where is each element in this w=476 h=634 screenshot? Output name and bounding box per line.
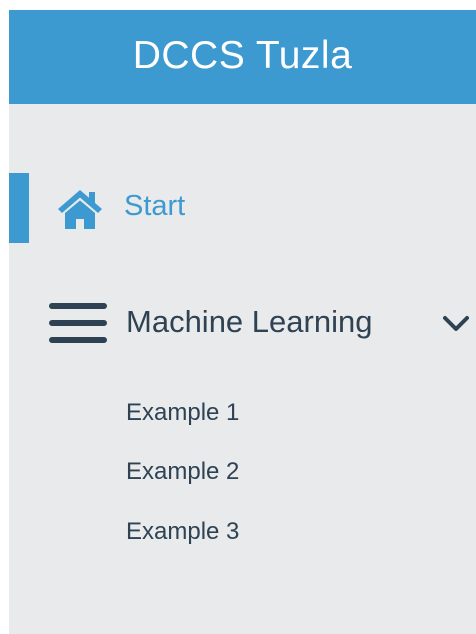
- nav-item-start[interactable]: Start: [9, 173, 476, 243]
- submenu-item-example-1[interactable]: Example 1: [126, 399, 239, 427]
- nav-item-machine-learning-label: Machine Learning: [126, 304, 373, 339]
- app-header: DCCS Tuzla: [9, 10, 476, 104]
- submenu-item-example-2[interactable]: Example 2: [126, 458, 239, 486]
- home-icon: [58, 190, 102, 229]
- menu-icon: [49, 303, 107, 343]
- app-title: DCCS Tuzla: [132, 34, 353, 77]
- chevron-down-icon[interactable]: [441, 314, 471, 334]
- submenu-item-example-3[interactable]: Example 3: [126, 518, 239, 546]
- nav-item-machine-learning[interactable]: Machine Learning: [9, 288, 476, 358]
- sidebar: DCCS Tuzla Start Machine Learning Exampl…: [9, 10, 476, 634]
- active-indicator: [9, 173, 29, 243]
- nav-item-start-label: Start: [124, 190, 186, 222]
